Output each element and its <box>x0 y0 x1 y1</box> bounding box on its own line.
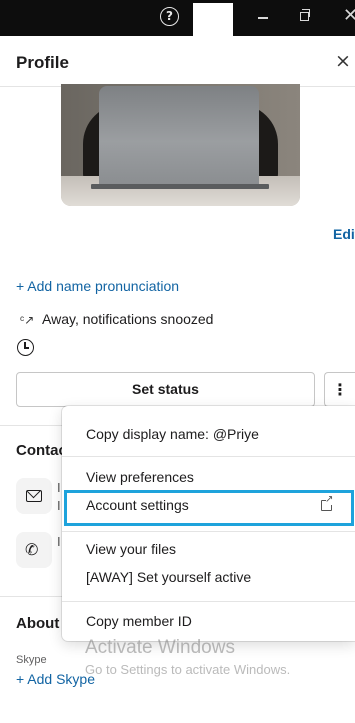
set-status-button[interactable]: Set status <box>16 372 315 407</box>
phone-icon: ✆ <box>25 540 39 559</box>
phone-tile[interactable]: ✆ <box>16 532 52 568</box>
panel-title: Profile <box>16 53 69 72</box>
photo-laptop-base <box>91 184 269 189</box>
status-text: Away, notifications snoozed <box>42 311 214 327</box>
photo-laptop <box>99 86 259 187</box>
menu-item-view-preferences[interactable]: View preferences <box>86 469 194 485</box>
menu-item-view-your-files[interactable]: View your files <box>86 541 176 557</box>
skype-label: Skype <box>16 654 47 666</box>
status-row: ᶜ↗ Away, notifications snoozed <box>20 311 213 327</box>
phone-fragment: I <box>57 534 61 549</box>
user-avatar[interactable] <box>193 3 233 36</box>
email-fragment-2: I <box>57 498 61 513</box>
add-name-pronunciation-link[interactable]: + Add name pronunciation <box>16 278 179 294</box>
window-titlebar: ? ✕ <box>0 0 355 36</box>
add-skype-link[interactable]: + Add Skype <box>16 671 95 687</box>
menu-item-account-settings[interactable]: Account settings <box>86 497 189 513</box>
email-fragment: I <box>57 480 61 495</box>
activate-windows-watermark: Activate Windows <box>85 637 235 658</box>
maximize-icon[interactable] <box>300 9 310 21</box>
more-actions-button[interactable]: ⋮ <box>324 372 355 407</box>
clock-icon <box>17 339 34 356</box>
menu-item-set-active[interactable]: [AWAY] Set yourself active <box>86 569 251 585</box>
about-heading: About <box>16 615 60 632</box>
help-icon[interactable]: ? <box>160 7 179 26</box>
profile-photo <box>61 84 300 206</box>
close-icon[interactable]: × <box>335 50 351 72</box>
email-tile[interactable] <box>16 478 52 514</box>
menu-item-copy-member-id[interactable]: Copy member ID <box>86 613 192 629</box>
edit-profile-link[interactable]: Edit <box>333 226 355 242</box>
snooze-icon: ᶜ↗ <box>20 313 35 327</box>
profile-more-menu: Copy display name: @Priye View preferenc… <box>62 406 355 641</box>
menu-separator <box>62 601 355 602</box>
mail-icon <box>26 490 42 502</box>
minimize-icon[interactable] <box>258 17 268 19</box>
activate-windows-subtitle: Go to Settings to activate Windows. <box>85 662 291 677</box>
menu-item-copy-display-name[interactable]: Copy display name: @Priye <box>86 426 259 442</box>
menu-separator <box>62 456 355 457</box>
menu-separator <box>62 531 355 532</box>
window-close-icon[interactable]: ✕ <box>343 5 355 26</box>
external-link-icon <box>321 494 334 511</box>
contact-heading: Contac <box>16 442 67 459</box>
